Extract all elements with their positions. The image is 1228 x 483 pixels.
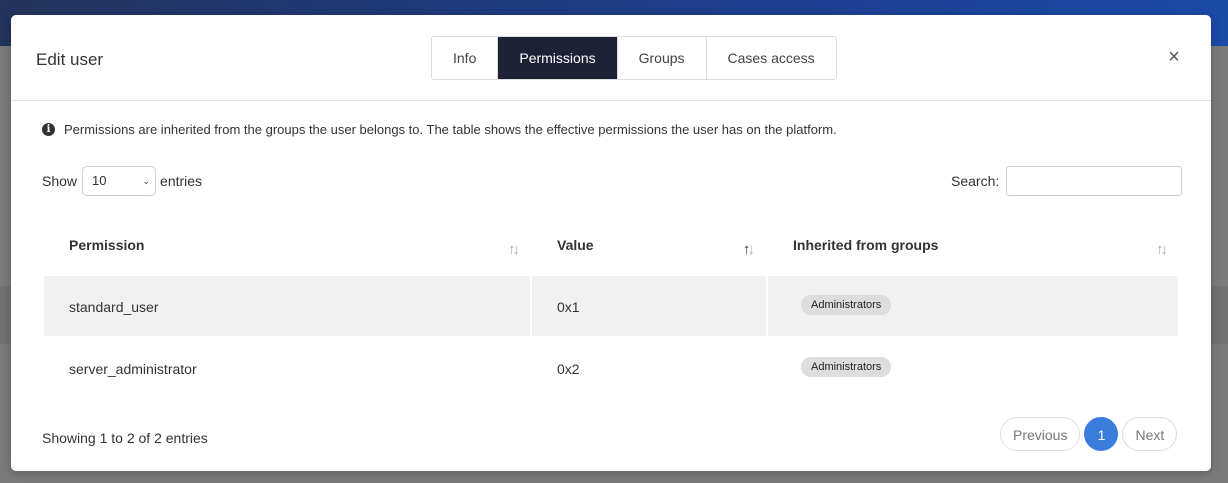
group-badge: Administrators xyxy=(801,357,892,377)
groups-cell: Administrators xyxy=(768,276,1178,336)
sort-both-icon: ↑↓ xyxy=(1156,241,1168,258)
tab-groups[interactable]: Groups xyxy=(616,37,706,79)
edit-user-modal: Edit user Info Permissions Groups Cases … xyxy=(11,15,1211,471)
column-header-permission[interactable]: Permission ↑↓ xyxy=(44,215,531,271)
column-label: Inherited from groups xyxy=(793,237,939,253)
permission-cell: server_administrator xyxy=(44,338,530,398)
permission-value: 0x2 xyxy=(557,361,580,377)
entries-length-control: Show 10 ⌄ entries xyxy=(42,166,202,196)
column-header-value[interactable]: Value ↑↓ xyxy=(532,215,766,271)
tab-info[interactable]: Info xyxy=(432,37,497,79)
table-info: Showing 1 to 2 of 2 entries xyxy=(42,430,208,446)
permission-value: 0x1 xyxy=(557,299,580,315)
length-prefix: Show xyxy=(42,173,78,189)
tab-permissions[interactable]: Permissions xyxy=(497,37,617,79)
sort-both-icon: ↑↓ xyxy=(508,241,520,258)
chevron-down-icon: ⌄ xyxy=(142,176,151,186)
entries-select[interactable]: 10 ⌄ xyxy=(82,166,157,196)
search-label: Search: xyxy=(951,173,1000,189)
previous-page-button[interactable]: Previous xyxy=(1000,417,1081,451)
column-label: Value xyxy=(557,237,594,253)
page-1-button[interactable]: 1 xyxy=(1084,417,1119,451)
permission-name: server_administrator xyxy=(69,361,197,377)
sort-ascending-icon: ↑↓ xyxy=(743,241,755,258)
length-suffix: entries xyxy=(160,173,203,189)
info-circle-icon: i xyxy=(42,123,55,136)
search-input[interactable] xyxy=(1006,166,1183,196)
table-row: standard_user 0x1 Administrators xyxy=(44,276,1178,336)
tab-bar: Info Permissions Groups Cases access xyxy=(431,36,837,80)
permission-cell: standard_user xyxy=(44,276,530,336)
modal-title: Edit user xyxy=(36,50,104,69)
close-icon[interactable]: × xyxy=(1166,47,1182,67)
permissions-notice: i Permissions are inherited from the gro… xyxy=(42,122,837,137)
next-page-button[interactable]: Next xyxy=(1122,417,1178,451)
column-header-inherited-groups[interactable]: Inherited from groups ↑↓ xyxy=(768,215,1178,271)
tab-cases-access[interactable]: Cases access xyxy=(705,37,836,79)
search-control: Search: xyxy=(951,166,1183,196)
value-cell: 0x2 xyxy=(532,338,766,398)
permission-name: standard_user xyxy=(69,299,159,315)
table-row: server_administrator 0x2 Administrators xyxy=(44,338,1178,398)
value-cell: 0x1 xyxy=(532,276,766,336)
notice-text: Permissions are inherited from the group… xyxy=(64,122,837,137)
groups-cell: Administrators xyxy=(768,338,1178,398)
entries-select-value: 10 xyxy=(92,173,107,188)
column-label: Permission xyxy=(69,237,145,253)
group-badge: Administrators xyxy=(801,295,892,315)
modal-header: Edit user Info Permissions Groups Cases … xyxy=(11,15,1211,101)
pagination: Previous 1 Next xyxy=(1000,417,1181,451)
